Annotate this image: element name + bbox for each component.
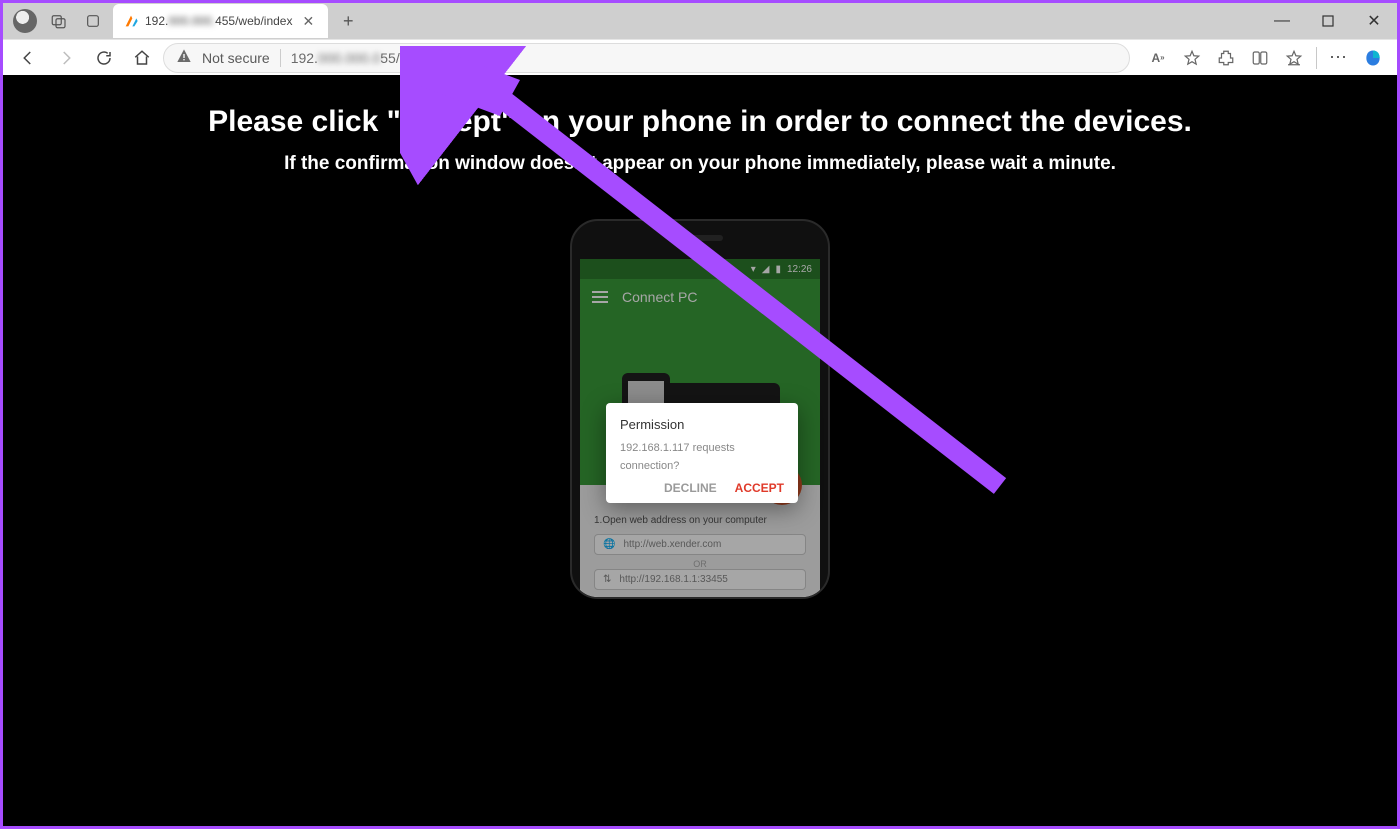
url-text: 192.000.000.055/web/index.html xyxy=(291,50,493,66)
new-tab-button[interactable]: + xyxy=(334,7,362,35)
battery-icon: ▮ xyxy=(775,264,781,275)
phone-screen: ▾ ◢ ▮ 12:26 Connect PC ᯤ Andoumiao xyxy=(580,259,820,597)
signal-icon: ◢ xyxy=(762,264,770,275)
copilot-button[interactable] xyxy=(1357,43,1389,73)
split-screen-icon[interactable] xyxy=(1244,43,1276,73)
back-button[interactable] xyxy=(11,43,45,73)
tab-close-icon[interactable]: ✕ xyxy=(298,13,318,30)
window-minimize-button[interactable]: — xyxy=(1259,3,1305,39)
wifi-icon: ▾ xyxy=(751,264,756,275)
address-bar-row: Not secure 192.000.000.055/web/index.htm… xyxy=(3,39,1397,75)
appbar-title: Connect PC xyxy=(622,289,697,305)
accept-button[interactable]: ACCEPT xyxy=(735,481,784,495)
more-menu-icon[interactable]: ⋯ xyxy=(1323,43,1355,73)
tab-strip: 192.000.000.455/web/index ✕ + xyxy=(3,3,1397,39)
toolbar-divider xyxy=(1316,47,1317,69)
url-box-2: ⇅ http://192.168.1.1:33455 xyxy=(594,569,806,590)
url-box-1: 🌐 http://web.xender.com xyxy=(594,534,806,555)
window-controls: — ✕ xyxy=(1259,3,1397,39)
browser-chrome: 192.000.000.455/web/index ✕ + — ✕ Not xyxy=(3,3,1397,75)
phone-app-bar: Connect PC xyxy=(580,279,820,315)
xender-favicon-icon xyxy=(123,13,139,29)
globe-icon: 🌐 xyxy=(603,539,615,550)
workspaces-icon[interactable] xyxy=(45,7,73,35)
favorite-star-icon[interactable] xyxy=(1176,43,1208,73)
window-close-button[interactable]: ✕ xyxy=(1351,3,1397,39)
status-time: 12:26 xyxy=(787,264,812,275)
profile-avatar[interactable] xyxy=(11,7,39,35)
refresh-button[interactable] xyxy=(87,43,121,73)
dialog-title: Permission xyxy=(620,417,784,432)
toolbar-right: A» ⋯ xyxy=(1134,43,1389,73)
window-maximize-button[interactable] xyxy=(1305,3,1351,39)
subheadline: If the confirmation window doesn't appea… xyxy=(284,153,1116,175)
phone-mockup: ▾ ◢ ▮ 12:26 Connect PC ᯤ Andoumiao xyxy=(570,219,830,599)
or-label: OR xyxy=(594,559,806,569)
hamburger-icon xyxy=(592,291,608,303)
not-secure-icon xyxy=(176,48,192,67)
favorites-bar-icon[interactable] xyxy=(1278,43,1310,73)
tab-actions-icon[interactable] xyxy=(79,7,107,35)
read-aloud-icon[interactable]: A» xyxy=(1142,43,1174,73)
security-label: Not secure xyxy=(202,50,270,66)
extensions-icon[interactable] xyxy=(1210,43,1242,73)
forward-button[interactable] xyxy=(49,43,83,73)
step-1-label: 1.Open web address on your computer xyxy=(594,515,806,526)
phone-status-bar: ▾ ◢ ▮ 12:26 xyxy=(580,259,820,279)
dialog-message: 192.168.1.117 requests connection? xyxy=(620,440,784,475)
address-bar[interactable]: Not secure 192.000.000.055/web/index.htm… xyxy=(163,43,1130,73)
browser-tab[interactable]: 192.000.000.455/web/index ✕ xyxy=(113,4,328,38)
page-content: Please click "Accept" on your phone in o… xyxy=(3,75,1397,826)
tab-title: 192.000.000.455/web/index xyxy=(145,14,292,28)
phone-speaker xyxy=(677,235,723,241)
headline: Please click "Accept" on your phone in o… xyxy=(208,105,1192,139)
separator xyxy=(280,49,281,67)
link-icon: ⇅ xyxy=(603,574,611,585)
permission-dialog: Permission 192.168.1.117 requests connec… xyxy=(606,403,798,503)
home-button[interactable] xyxy=(125,43,159,73)
decline-button[interactable]: DECLINE xyxy=(664,481,717,495)
